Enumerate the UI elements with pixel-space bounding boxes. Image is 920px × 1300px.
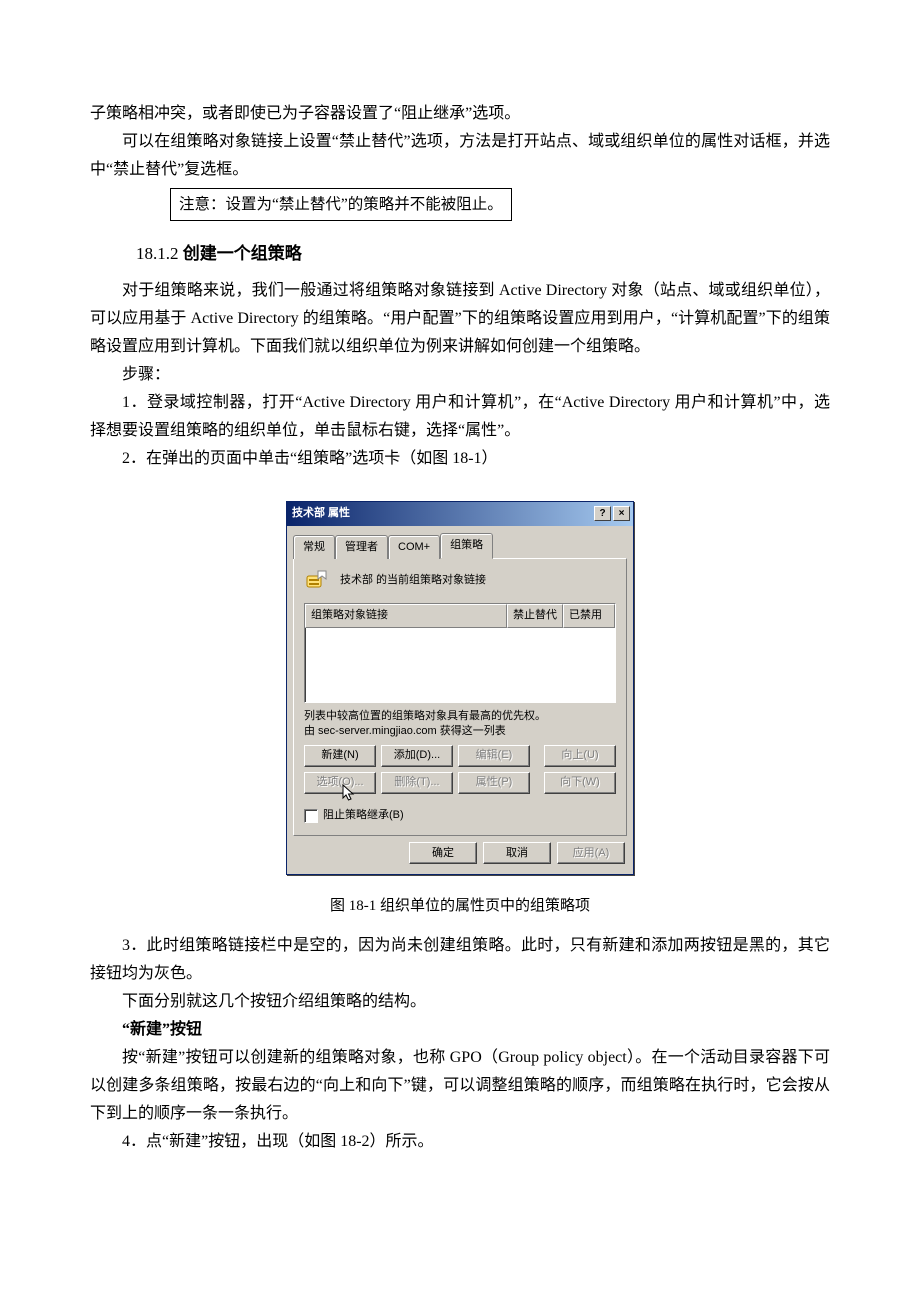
block-inherit-label: 阻止策略继承(B) (323, 806, 404, 825)
paragraph: 对于组策略来说，我们一般通过将组策略对象链接到 Active Directory… (90, 277, 830, 361)
options-button[interactable]: 选项(O)... (304, 772, 376, 794)
tab-managedby[interactable]: 管理者 (335, 535, 388, 559)
add-button[interactable]: 添加(D)... (381, 745, 453, 767)
list-header: 组策略对象链接 禁止替代 已禁用 (305, 604, 615, 627)
col-disabled: 已禁用 (563, 604, 615, 627)
block-inherit-checkbox[interactable] (304, 809, 318, 823)
figure-caption: 图 18-1 组织单位的属性页中的组策略项 (90, 893, 830, 919)
tab-complus[interactable]: COM+ (388, 535, 440, 559)
section-number: 18.1.2 (136, 244, 183, 263)
dialog-titlebar: 技术部 属性 ? × (287, 502, 633, 526)
hint-line-1: 列表中较高位置的组策略对象具有最高的优先权。 (304, 709, 616, 724)
apply-button[interactable]: 应用(A) (557, 842, 625, 864)
step-1: 1．登录域控制器，打开“Active Directory 用户和计算机”，在“A… (90, 389, 830, 445)
gpo-link-list[interactable]: 组策略对象链接 禁止替代 已禁用 (304, 603, 616, 703)
paragraph: 子策略相冲突，或者即使已为子容器设置了“阻止继承”选项。 (90, 100, 830, 128)
paragraph: 可以在组策略对象链接上设置“禁止替代”选项，方法是打开站点、域或组织单位的属性对… (90, 128, 830, 184)
step-3: 3．此时组策略链接栏中是空的，因为尚未创建组策略。此时，只有新建和添加两按钮是黑… (90, 932, 830, 988)
step-2: 2．在弹出的页面中单击“组策略”选项卡（如图 18-1） (90, 445, 830, 473)
properties-dialog: 技术部 属性 ? × 常规 管理者 COM+ 组策略 (286, 501, 634, 875)
dialog-title: 技术部 属性 (292, 504, 592, 523)
note-box: 注意：设置为“禁止替代”的策略并不能被阻止。 (170, 188, 512, 221)
button-area: 新建(N) 添加(D)... 编辑(E) 选项(O)... 删除(T)... 属… (304, 745, 616, 794)
paragraph: 按“新建”按钮可以创建新的组策略对象，也称 GPO（Group policy o… (90, 1044, 830, 1128)
tab-general[interactable]: 常规 (293, 535, 335, 559)
subheading-new-button: “新建”按钮 (90, 1016, 830, 1044)
panel-header: 技术部 的当前组策略对象链接 (304, 567, 616, 593)
paragraph: 下面分别就这几个按钮介绍组策略的结构。 (90, 988, 830, 1016)
gpo-icon (304, 567, 330, 593)
document-page: 子策略相冲突，或者即使已为子容器设置了“阻止继承”选项。 可以在组策略对象链接上… (0, 0, 920, 1236)
col-gpo-link: 组策略对象链接 (305, 604, 507, 627)
priority-hint: 列表中较高位置的组策略对象具有最高的优先权。 由 sec-server.ming… (304, 709, 616, 739)
new-button[interactable]: 新建(N) (304, 745, 376, 767)
figure-18-1: 技术部 属性 ? × 常规 管理者 COM+ 组策略 (90, 501, 830, 875)
dialog-footer: 确定 取消 应用(A) (287, 842, 633, 874)
steps-label: 步骤： (90, 361, 830, 389)
step-4: 4．点“新建”按钮，出现（如图 18-2）所示。 (90, 1128, 830, 1156)
properties-button[interactable]: 属性(P) (458, 772, 530, 794)
cancel-button[interactable]: 取消 (483, 842, 551, 864)
hint-line-2: 由 sec-server.mingjiao.com 获得这一列表 (304, 724, 616, 739)
move-up-button[interactable]: 向上(U) (544, 745, 616, 767)
tab-panel: 技术部 的当前组策略对象链接 组策略对象链接 禁止替代 已禁用 列表中较高位置的… (293, 558, 627, 836)
tab-strip: 常规 管理者 COM+ 组策略 (287, 526, 633, 558)
help-button[interactable]: ? (594, 506, 611, 521)
col-no-override: 禁止替代 (507, 604, 563, 627)
ok-button[interactable]: 确定 (409, 842, 477, 864)
delete-button[interactable]: 删除(T)... (381, 772, 453, 794)
move-down-button[interactable]: 向下(W) (544, 772, 616, 794)
section-heading: 18.1.2 创建一个组策略 (136, 239, 830, 269)
edit-button[interactable]: 编辑(E) (458, 745, 530, 767)
close-button[interactable]: × (613, 506, 630, 521)
section-title-text: 创建一个组策略 (183, 244, 302, 263)
tab-grouppolicy[interactable]: 组策略 (440, 533, 493, 559)
block-inherit-row[interactable]: 阻止策略继承(B) (304, 806, 616, 825)
panel-header-text: 技术部 的当前组策略对象链接 (340, 571, 486, 590)
